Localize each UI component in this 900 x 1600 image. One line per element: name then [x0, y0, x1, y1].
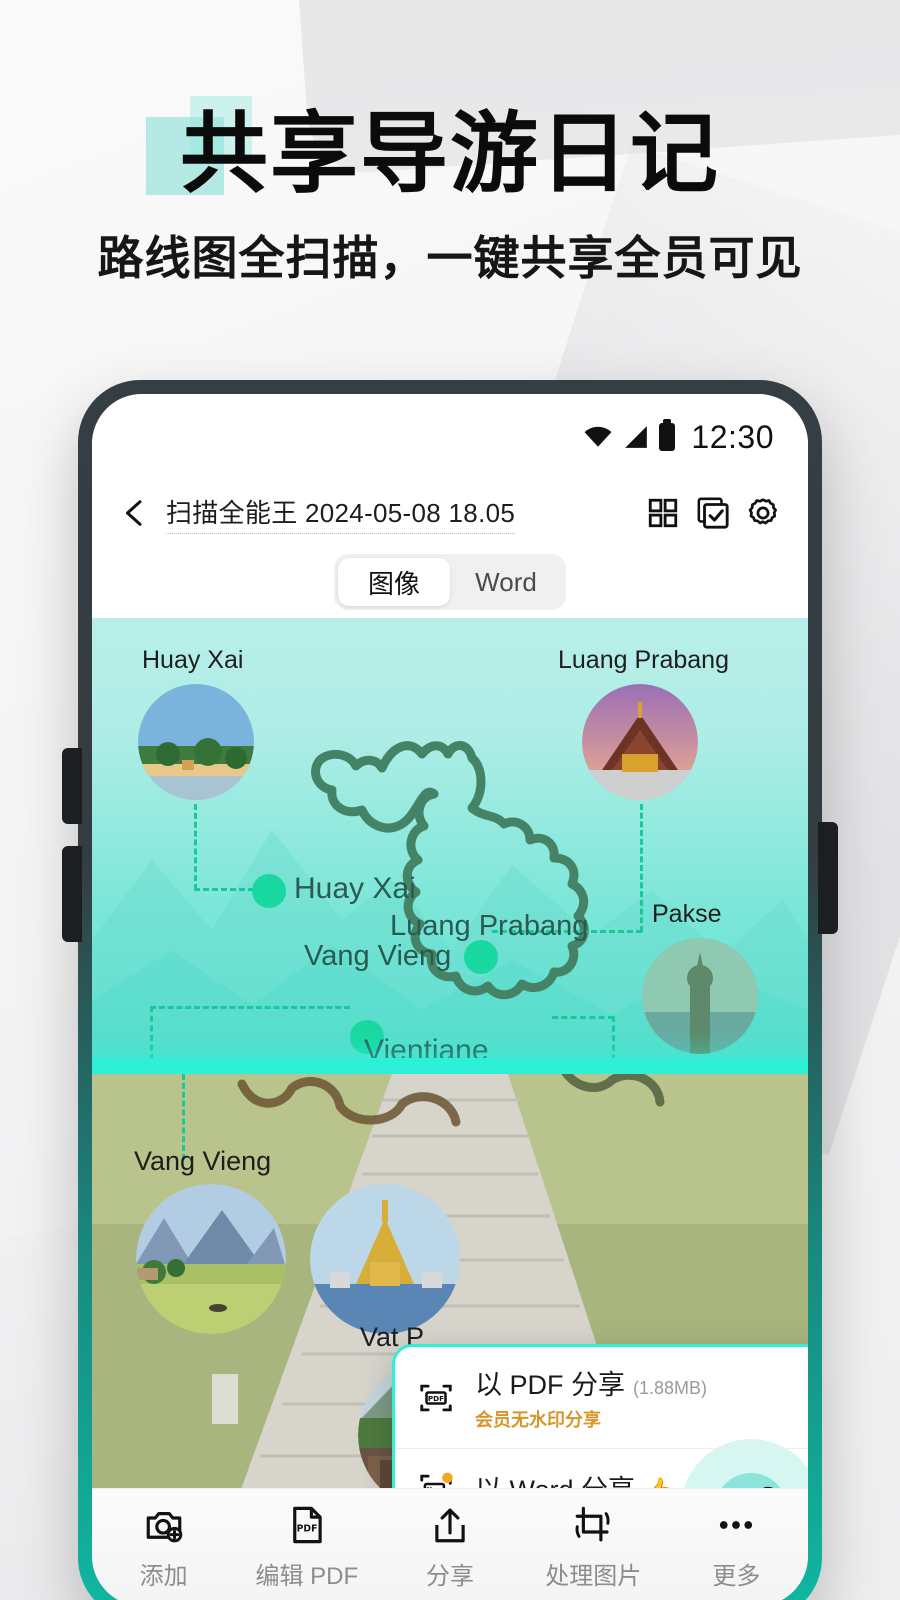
nav-label-process-image: 处理图片 [545, 1563, 642, 1590]
bottom-nav-bar: 添加 PDF 编辑 PDF 分享 处理图片 更多 [92, 1488, 808, 1600]
nav-label-add: 添加 [139, 1563, 188, 1590]
hand-pointer-icon [763, 1486, 773, 1488]
bubble-label-luang-prabang: Luang Prabang [558, 646, 729, 674]
view-tabs: 图像 Word [92, 546, 808, 618]
connector-luang-prabang-vertical [640, 804, 643, 932]
document-canvas[interactable]: Huay Xai Luang Prabang Pakse Huay Xai Lu… [92, 618, 808, 1488]
nav-item-edit-pdf[interactable]: PDF 编辑 PDF [235, 1504, 378, 1591]
poster-headline: 共享导游日记 [179, 102, 720, 205]
camera-add-icon [146, 1512, 182, 1543]
back-chevron-icon[interactable] [120, 498, 150, 528]
connector-pakse-horizontal [552, 1016, 614, 1019]
map-label-huay-xai: Huay Xai [294, 872, 416, 905]
document-title[interactable]: 扫描全能王 2024-05-08 18.05 [166, 493, 516, 534]
map-label-luang-prabang: Luang Prabang [390, 910, 589, 942]
battery-icon [659, 419, 676, 451]
status-bar: 12:30 [92, 394, 808, 480]
nav-item-share[interactable]: 分享 [378, 1504, 521, 1591]
nav-item-add[interactable]: 添加 [92, 1504, 235, 1591]
svg-text:PDF: PDF [428, 1394, 444, 1403]
poster-headline-group: 共享导游日记 路线图全扫描，一键共享全员可见 [0, 108, 900, 288]
app-bar: 扫描全能王 2024-05-08 18.05 [92, 480, 808, 546]
poster-subheadline: 路线图全扫描，一键共享全员可见 [97, 230, 803, 285]
wifi-icon [584, 426, 612, 447]
nav-label-share: 分享 [426, 1563, 474, 1590]
cellular-signal-icon [625, 426, 648, 448]
nav-label-more: 更多 [712, 1563, 761, 1590]
nav-item-process-image[interactable]: 处理图片 [522, 1504, 665, 1591]
share-option-pdf-line: 以 PDF 分享 (1.88MB) [475, 1363, 707, 1402]
share-option-word-line: 以 Word 分享 👍 [475, 1468, 674, 1488]
share-upload-icon [435, 1508, 465, 1543]
photo-bubble-luang-prabang [582, 684, 698, 800]
phone-screen: 12:30 扫描全能王 2024-05-08 18.05 图像 Word Hua… [92, 394, 808, 1600]
phone-mockup: 12:30 扫描全能王 2024-05-08 18.05 图像 Word Hua… [78, 380, 822, 1600]
more-dots-icon [720, 1521, 753, 1529]
phone-volume-down-button[interactable] [62, 846, 82, 942]
select-all-icon[interactable] [696, 496, 730, 530]
share-option-pdf-vip-note: 会员无水印分享 [475, 1410, 601, 1430]
share-option-pdf-text: 以 PDF 分享 (1.88MB) 会员无水印分享 [475, 1363, 707, 1432]
gear-icon[interactable] [746, 496, 780, 530]
scan-line [92, 1058, 808, 1074]
tab-image[interactable]: 图像 [338, 558, 450, 606]
nav-label-edit-pdf: 编辑 PDF [255, 1563, 359, 1590]
photo-bubble-vientiane [310, 1184, 460, 1334]
map-pin-huay-xai[interactable] [252, 874, 286, 908]
bubble-label-huay-xai: Huay Xai [142, 646, 244, 674]
phone-power-button[interactable] [818, 822, 838, 934]
nav-item-more[interactable]: 更多 [665, 1504, 808, 1591]
segmented-control: 图像 Word [334, 554, 566, 610]
share-option-word-title: 以 Word 分享 [475, 1468, 635, 1488]
photo-bubble-pakse [642, 938, 758, 1054]
pdf-file-icon: PDF [292, 1506, 322, 1544]
map-scan-area: Huay Xai Luang Prabang Pakse Huay Xai Lu… [92, 618, 808, 1070]
grid-view-icon[interactable] [646, 496, 680, 530]
photo-bubble-huay-xai [138, 684, 254, 800]
status-bar-time: 12:30 [691, 418, 774, 455]
connector-huay-xai-vertical [194, 804, 197, 890]
share-menu-popup[interactable]: PDF 以 PDF 分享 (1.88MB) 会员无水印分享 Wor [392, 1344, 808, 1488]
tab-word[interactable]: Word [450, 558, 562, 606]
crop-rotate-icon [575, 1506, 610, 1542]
phone-volume-up-button[interactable] [62, 748, 82, 824]
bubble-label-pakse: Pakse [652, 900, 722, 928]
connector-vang-vieng-horizontal [150, 1006, 350, 1009]
word-scan-icon: Word [420, 1472, 453, 1488]
share-option-pdf-size: (1.88MB) [633, 1378, 708, 1398]
share-option-pdf-title: 以 PDF 分享 [475, 1370, 626, 1400]
pdf-scan-icon: PDF [420, 1384, 452, 1411]
share-option-pdf[interactable]: PDF 以 PDF 分享 (1.88MB) 会员无水印分享 [395, 1347, 808, 1449]
svg-text:PDF: PDF [296, 1523, 317, 1534]
bubble-label-vang-vieng: Vang Vieng [134, 1146, 272, 1176]
thumbs-up-icon: 👍 [643, 1477, 674, 1488]
map-pin-luang-prabang[interactable] [464, 940, 498, 974]
photo-bubble-vang-vieng [136, 1184, 286, 1334]
map-label-vang-vieng: Vang Vieng [304, 940, 452, 972]
connector-huay-xai-horizontal [194, 888, 254, 891]
